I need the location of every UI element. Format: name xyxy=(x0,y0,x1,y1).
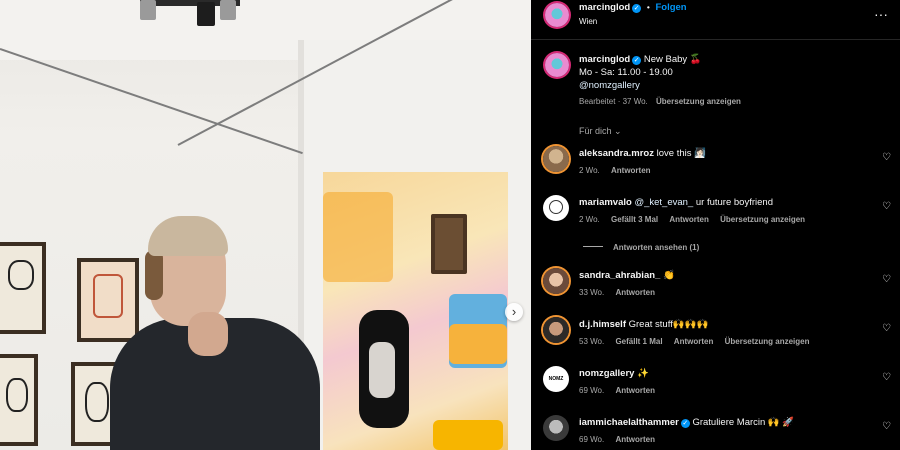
ceiling-lamp xyxy=(140,0,156,20)
author-avatar[interactable] xyxy=(545,3,569,27)
reply-button[interactable]: Antworten xyxy=(674,337,714,346)
separator-dot: • xyxy=(646,2,650,12)
header-user-line: marcinglod ✓ • Folgen xyxy=(579,2,687,13)
comment-text-line: iammichaelalthammer ✓ Gratuliere Marcin 🙌… xyxy=(579,417,869,429)
like-heart-icon[interactable]: ♡ xyxy=(882,323,891,334)
caption-mention[interactable]: @nomzgallery xyxy=(579,80,640,91)
commenter-username[interactable]: d.j.himself xyxy=(579,319,626,330)
reply-button[interactable]: Antworten xyxy=(615,288,655,297)
comment-meta: 33 Wo. Antworten xyxy=(579,288,664,297)
reply-button[interactable]: Antworten xyxy=(615,386,655,395)
like-heart-icon[interactable]: ♡ xyxy=(882,152,891,163)
caption-hours: Mo - Sa: 11.00 - 19.00 xyxy=(579,67,673,78)
framed-drawing xyxy=(0,354,38,446)
comment-text-line: d.j.himself Great stuff🙌🙌🙌 xyxy=(579,319,869,331)
comment-item: aleksandra.mroz love this 🧖🏻‍♀️ 2 Wo. An… xyxy=(531,146,900,190)
commenter-username[interactable]: nomzgallery xyxy=(579,368,634,379)
comment-text: 👏 xyxy=(662,270,675,281)
large-painting xyxy=(323,172,508,450)
reply-button[interactable]: Antworten xyxy=(669,215,709,224)
comment-filter-dropdown[interactable]: Für dich ⌄ xyxy=(579,126,622,137)
caption-author-avatar[interactable] xyxy=(545,53,569,77)
like-heart-icon[interactable]: ♡ xyxy=(882,274,891,285)
comment-time: 33 Wo. xyxy=(579,288,605,297)
commenter-avatar[interactable]: NOMZ xyxy=(543,366,569,392)
comment-text-line: nomzgallery ✨ xyxy=(579,368,869,380)
framed-drawing xyxy=(77,258,139,342)
post-image[interactable]: › xyxy=(0,0,531,450)
comment-meta: 69 Wo. Antworten xyxy=(579,386,664,395)
reply-button[interactable]: Antworten xyxy=(615,435,655,444)
comment-text: ✨ xyxy=(637,368,649,379)
comment-mention[interactable]: @_ket_evan_ xyxy=(634,197,693,208)
commenter-username[interactable]: iammichaelalthammer xyxy=(579,417,679,428)
comment-item: sandra_ahrabian_ 👏 33 Wo. Antworten ♡ xyxy=(531,268,900,312)
post-header: marcinglod ✓ • Folgen Wien ··· xyxy=(531,0,900,40)
author-username[interactable]: marcinglod xyxy=(579,2,630,13)
commenter-avatar[interactable] xyxy=(543,268,569,294)
next-image-button[interactable]: › xyxy=(505,303,523,321)
commenter-avatar[interactable] xyxy=(543,317,569,343)
like-heart-icon[interactable]: ♡ xyxy=(882,372,891,383)
chevron-down-icon: ⌄ xyxy=(614,126,622,136)
comment-meta: 53 Wo. Gefällt 1 Mal Antworten Übersetzu… xyxy=(579,337,819,346)
location-link[interactable]: Wien xyxy=(579,17,597,26)
comment-item: mariamvalo @_ket_evan_ ur future boyfrie… xyxy=(531,195,900,239)
caption-title: New Baby 🍒 xyxy=(643,54,702,65)
commenter-avatar[interactable] xyxy=(543,195,569,221)
comment-time: 2 Wo. xyxy=(579,166,600,175)
comment-item: iammichaelalthammer ✓ Gratuliere Marcin 🙌… xyxy=(531,415,900,450)
view-replies-button[interactable]: Antworten ansehen (1) xyxy=(583,243,699,252)
person-beanie xyxy=(148,216,228,256)
commenter-username[interactable]: mariamvalo xyxy=(579,197,632,208)
commenter-avatar[interactable] xyxy=(543,415,569,441)
reply-button[interactable]: Antworten xyxy=(611,166,651,175)
comment-text-line: sandra_ahrabian_ 👏 xyxy=(579,270,869,282)
comment-text: Great stuff🙌🙌🙌 xyxy=(628,319,709,330)
commenter-avatar[interactable] xyxy=(543,146,569,172)
comment-meta: 2 Wo. Antworten xyxy=(579,166,660,175)
commenter-username[interactable]: sandra_ahrabian_ xyxy=(579,270,660,281)
framed-drawing xyxy=(0,242,46,334)
replies-divider xyxy=(583,246,603,247)
like-heart-icon[interactable]: ♡ xyxy=(882,201,891,212)
comment-time: 69 Wo. xyxy=(579,386,605,395)
comment-meta: 69 Wo. Antworten xyxy=(579,435,664,444)
caption-meta: Bearbeitet · 37 Wo. Übersetzung anzeigen xyxy=(579,97,747,106)
verified-icon: ✓ xyxy=(680,419,690,428)
comment-time: 69 Wo. xyxy=(579,435,605,444)
comment-item: d.j.himself Great stuff🙌🙌🙌 53 Wo. Gefäll… xyxy=(531,317,900,361)
comment-item: NOMZ nomzgallery ✨ 69 Wo. Antworten ♡ xyxy=(531,366,900,410)
comment-text: ur future boyfriend xyxy=(695,197,773,208)
translate-link[interactable]: Übersetzung anzeigen xyxy=(725,337,810,346)
follow-button[interactable]: Folgen xyxy=(655,2,686,13)
comment-time: 2 Wo. xyxy=(579,215,600,224)
verified-icon: ✓ xyxy=(632,56,642,65)
comment-time: 53 Wo. xyxy=(579,337,605,346)
comment-text-line: mariamvalo @_ket_evan_ ur future boyfrie… xyxy=(579,197,869,209)
comment-likes[interactable]: Gefällt 3 Mal xyxy=(611,215,658,224)
like-heart-icon[interactable]: ♡ xyxy=(882,421,891,432)
caption-username[interactable]: marcinglod xyxy=(579,54,630,65)
view-replies-label: Antworten ansehen (1) xyxy=(613,243,700,252)
commenter-username[interactable]: aleksandra.mroz xyxy=(579,148,654,159)
verified-icon: ✓ xyxy=(632,4,642,13)
comment-filter-label: Für dich xyxy=(579,126,612,136)
person-hand xyxy=(188,312,228,356)
ceiling-lamp xyxy=(197,2,215,26)
more-options-icon[interactable]: ··· xyxy=(874,6,888,22)
comment-text-line: aleksandra.mroz love this 🧖🏻‍♀️ xyxy=(579,148,869,160)
caption-translate-link[interactable]: Übersetzung anzeigen xyxy=(656,97,741,106)
comment-text: love this 🧖🏻‍♀️ xyxy=(656,148,706,159)
chevron-right-icon: › xyxy=(511,304,517,319)
person-hair xyxy=(145,250,163,300)
ceiling-lamp xyxy=(220,0,236,20)
caption-edited: Bearbeitet · 37 Wo. xyxy=(579,97,648,106)
translate-link[interactable]: Übersetzung anzeigen xyxy=(720,215,805,224)
comment-meta: 2 Wo. Gefällt 3 Mal Antworten Übersetzun… xyxy=(579,215,814,224)
comments-panel: marcinglod ✓ • Folgen Wien ··· marcinglod… xyxy=(531,0,900,450)
comment-text: Gratuliere Marcin 🙌 🚀 xyxy=(692,417,795,428)
comment-likes[interactable]: Gefällt 1 Mal xyxy=(615,337,662,346)
post-caption: marcinglod ✓ New Baby 🍒 Mo - Sa: 11.00 - … xyxy=(579,53,879,92)
